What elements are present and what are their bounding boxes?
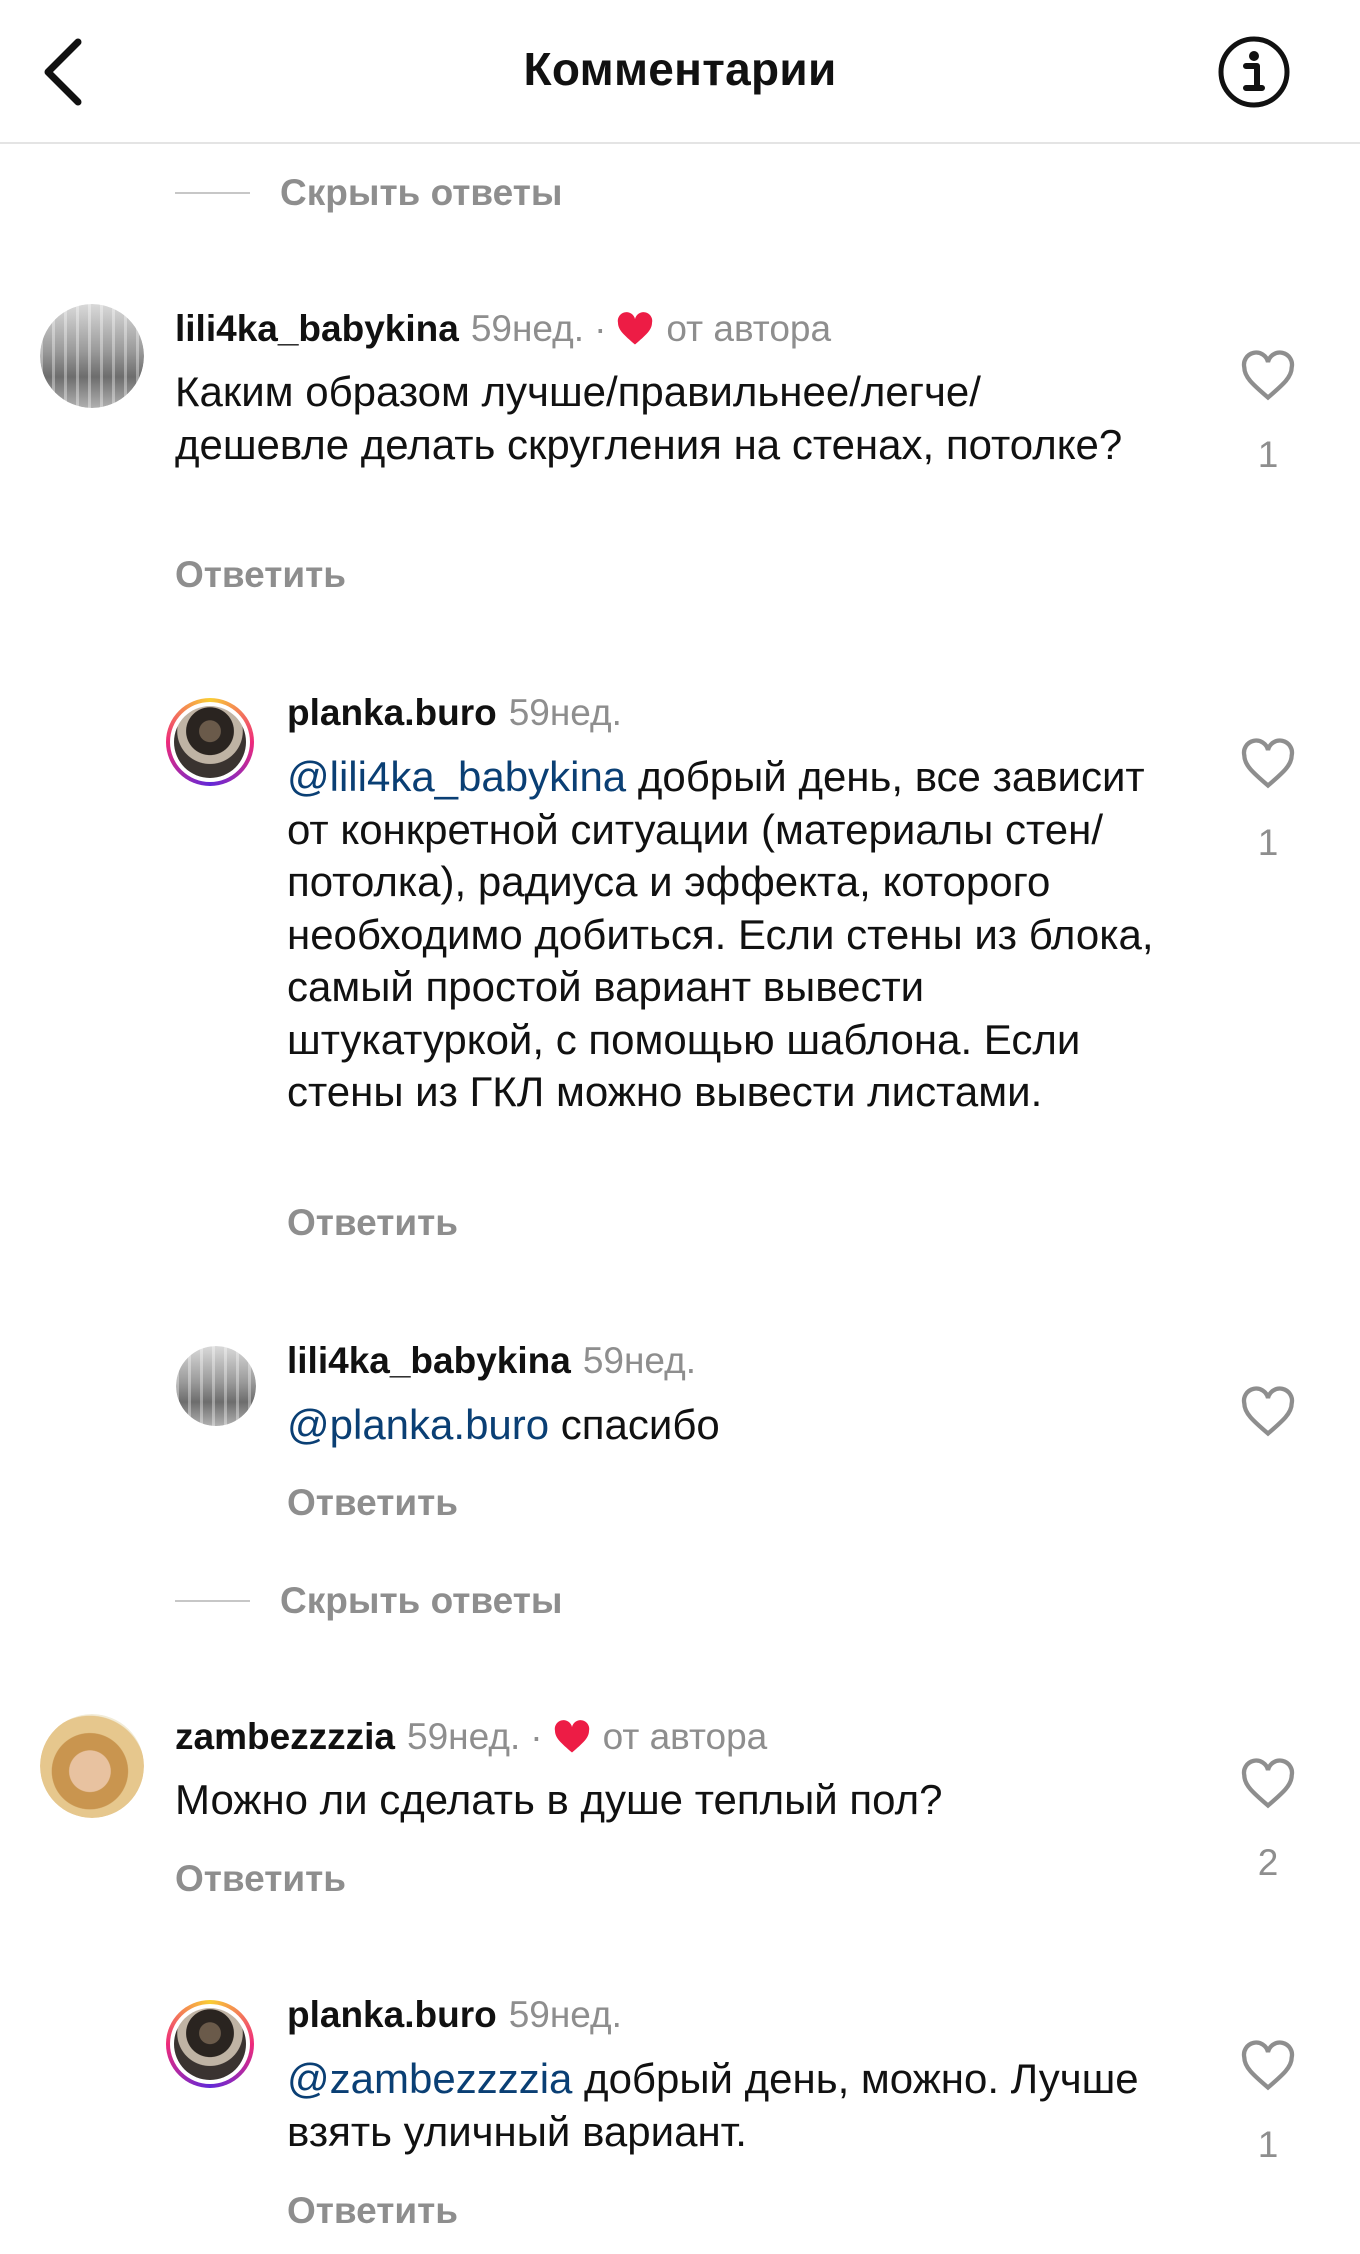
reply-button[interactable]: Ответить xyxy=(287,1482,458,1524)
mention-link[interactable]: @lili4ka_babykina xyxy=(287,753,626,800)
hide-replies-button[interactable]: Скрыть ответы xyxy=(175,172,562,214)
comment-text: @zambezzzzia добрый день, можно. Лучше в… xyxy=(287,2053,1187,2158)
comment-username[interactable]: lili4ka_babykina xyxy=(175,308,459,350)
divider-line xyxy=(175,1600,250,1602)
mention-link[interactable]: @planka.buro xyxy=(287,1401,549,1448)
page-title: Комментарии xyxy=(523,43,837,95)
hide-replies-label: Скрыть ответы xyxy=(280,172,563,213)
info-icon xyxy=(1218,36,1290,108)
hide-replies-label: Скрыть ответы xyxy=(280,1580,563,1621)
comment-time: 59нед. xyxy=(508,692,622,733)
comment-time: 59нед. xyxy=(470,308,585,349)
avatar-photo xyxy=(174,2008,246,2080)
comment-username[interactable]: planka.buro xyxy=(287,1994,497,2036)
liked-by-author-label: от автора xyxy=(666,308,832,349)
heart-filled-icon xyxy=(554,1720,589,1753)
avatar[interactable] xyxy=(176,1346,256,1426)
info-button[interactable] xyxy=(1216,34,1292,110)
avatar-photo xyxy=(40,1714,144,1818)
comment-text: @planka.buro спасибо xyxy=(287,1399,1187,1452)
like-count: 2 xyxy=(1257,1842,1279,1883)
heart-outline-icon xyxy=(1241,738,1295,789)
comment-text: @lili4ka_babykina добрый день, все завис… xyxy=(287,751,1187,1119)
comment-text: Каким образом лучше/правильнее/легче/ де… xyxy=(175,368,1123,468)
reply-button[interactable]: Ответить xyxy=(287,2190,458,2232)
like-button[interactable] xyxy=(1238,2040,1298,2092)
like-button[interactable] xyxy=(1238,1386,1298,1438)
heart-outline-icon xyxy=(1241,1758,1295,1809)
like-button[interactable] xyxy=(1238,738,1298,790)
comment-time: 59нед. xyxy=(582,1340,697,1381)
divider-line xyxy=(175,192,250,194)
avatar-photo xyxy=(174,706,246,778)
comment-username[interactable]: planka.buro xyxy=(287,692,497,734)
avatar[interactable] xyxy=(40,1714,144,1818)
avatar-photo xyxy=(176,1346,256,1426)
comment-body: спасибо xyxy=(549,1401,720,1448)
mention-link[interactable]: @zambezzzzia xyxy=(287,2055,572,2102)
separator-dot: · xyxy=(594,308,607,349)
reply-button[interactable]: Ответить xyxy=(175,554,346,596)
like-button[interactable] xyxy=(1238,1758,1298,1810)
comment-body: добрый день, все зависит от конкретной с… xyxy=(287,753,1154,1115)
heart-outline-icon xyxy=(1241,350,1295,401)
comment-username[interactable]: zambezzzzia xyxy=(175,1716,395,1758)
hide-replies-button[interactable]: Скрыть ответы xyxy=(175,1580,562,1622)
comment-text: Можно ли сделать в душе теплый пол? xyxy=(175,1776,943,1823)
comment-time: 59нед. xyxy=(407,1716,521,1757)
avatar[interactable] xyxy=(166,2000,254,2088)
like-count: 1 xyxy=(1257,822,1279,863)
like-count: 1 xyxy=(1257,434,1279,475)
avatar[interactable] xyxy=(40,304,144,408)
reply-button[interactable]: Ответить xyxy=(175,1858,346,1900)
heart-outline-icon xyxy=(1241,2040,1295,2091)
avatar-photo xyxy=(40,304,144,408)
top-bar: Комментарии xyxy=(0,0,1360,144)
reply-button[interactable]: Ответить xyxy=(287,1202,458,1244)
separator-dot: · xyxy=(530,1716,543,1757)
like-count: 1 xyxy=(1257,2124,1279,2165)
liked-by-author-label: от автора xyxy=(602,1716,768,1757)
heart-outline-icon xyxy=(1241,1386,1295,1437)
comment-username[interactable]: lili4ka_babykina xyxy=(287,1340,571,1382)
avatar[interactable] xyxy=(166,698,254,786)
comment-time: 59нед. xyxy=(508,1994,622,2035)
like-button[interactable] xyxy=(1238,350,1298,402)
heart-filled-icon xyxy=(618,312,653,345)
